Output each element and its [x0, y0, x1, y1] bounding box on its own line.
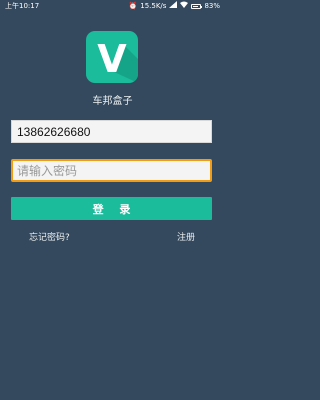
app-name: 车邦盒子	[92, 96, 133, 107]
status-time: 上午10:17	[5, 2, 40, 10]
login-button[interactable]: 登 录	[11, 197, 212, 220]
login-screen: 上午10:17 ⏰ 15.5K/s 83% V 车邦盒子 13862626680…	[0, 0, 225, 400]
register-link[interactable]: 注册	[177, 232, 195, 244]
logo-letter: V	[97, 37, 127, 81]
network-speed: 15.5K/s	[140, 2, 167, 10]
logo-v-icon: V	[97, 37, 138, 83]
phone-input[interactable]	[11, 120, 212, 143]
status-bar: 上午10:17 ⏰ 15.5K/s 83%	[0, 0, 225, 13]
battery-percent: 83%	[204, 2, 220, 10]
password-input[interactable]	[11, 159, 212, 182]
alarm-icon: ⏰	[128, 2, 138, 10]
wifi-icon	[180, 0, 189, 13]
forgot-password-link[interactable]: 忘记密码?	[29, 232, 70, 244]
signal-icon	[169, 0, 178, 13]
battery-fill	[193, 6, 199, 7]
status-indicators: ⏰ 15.5K/s 83%	[129, 0, 220, 13]
app-logo: V	[86, 31, 138, 83]
battery-icon	[191, 4, 203, 9]
